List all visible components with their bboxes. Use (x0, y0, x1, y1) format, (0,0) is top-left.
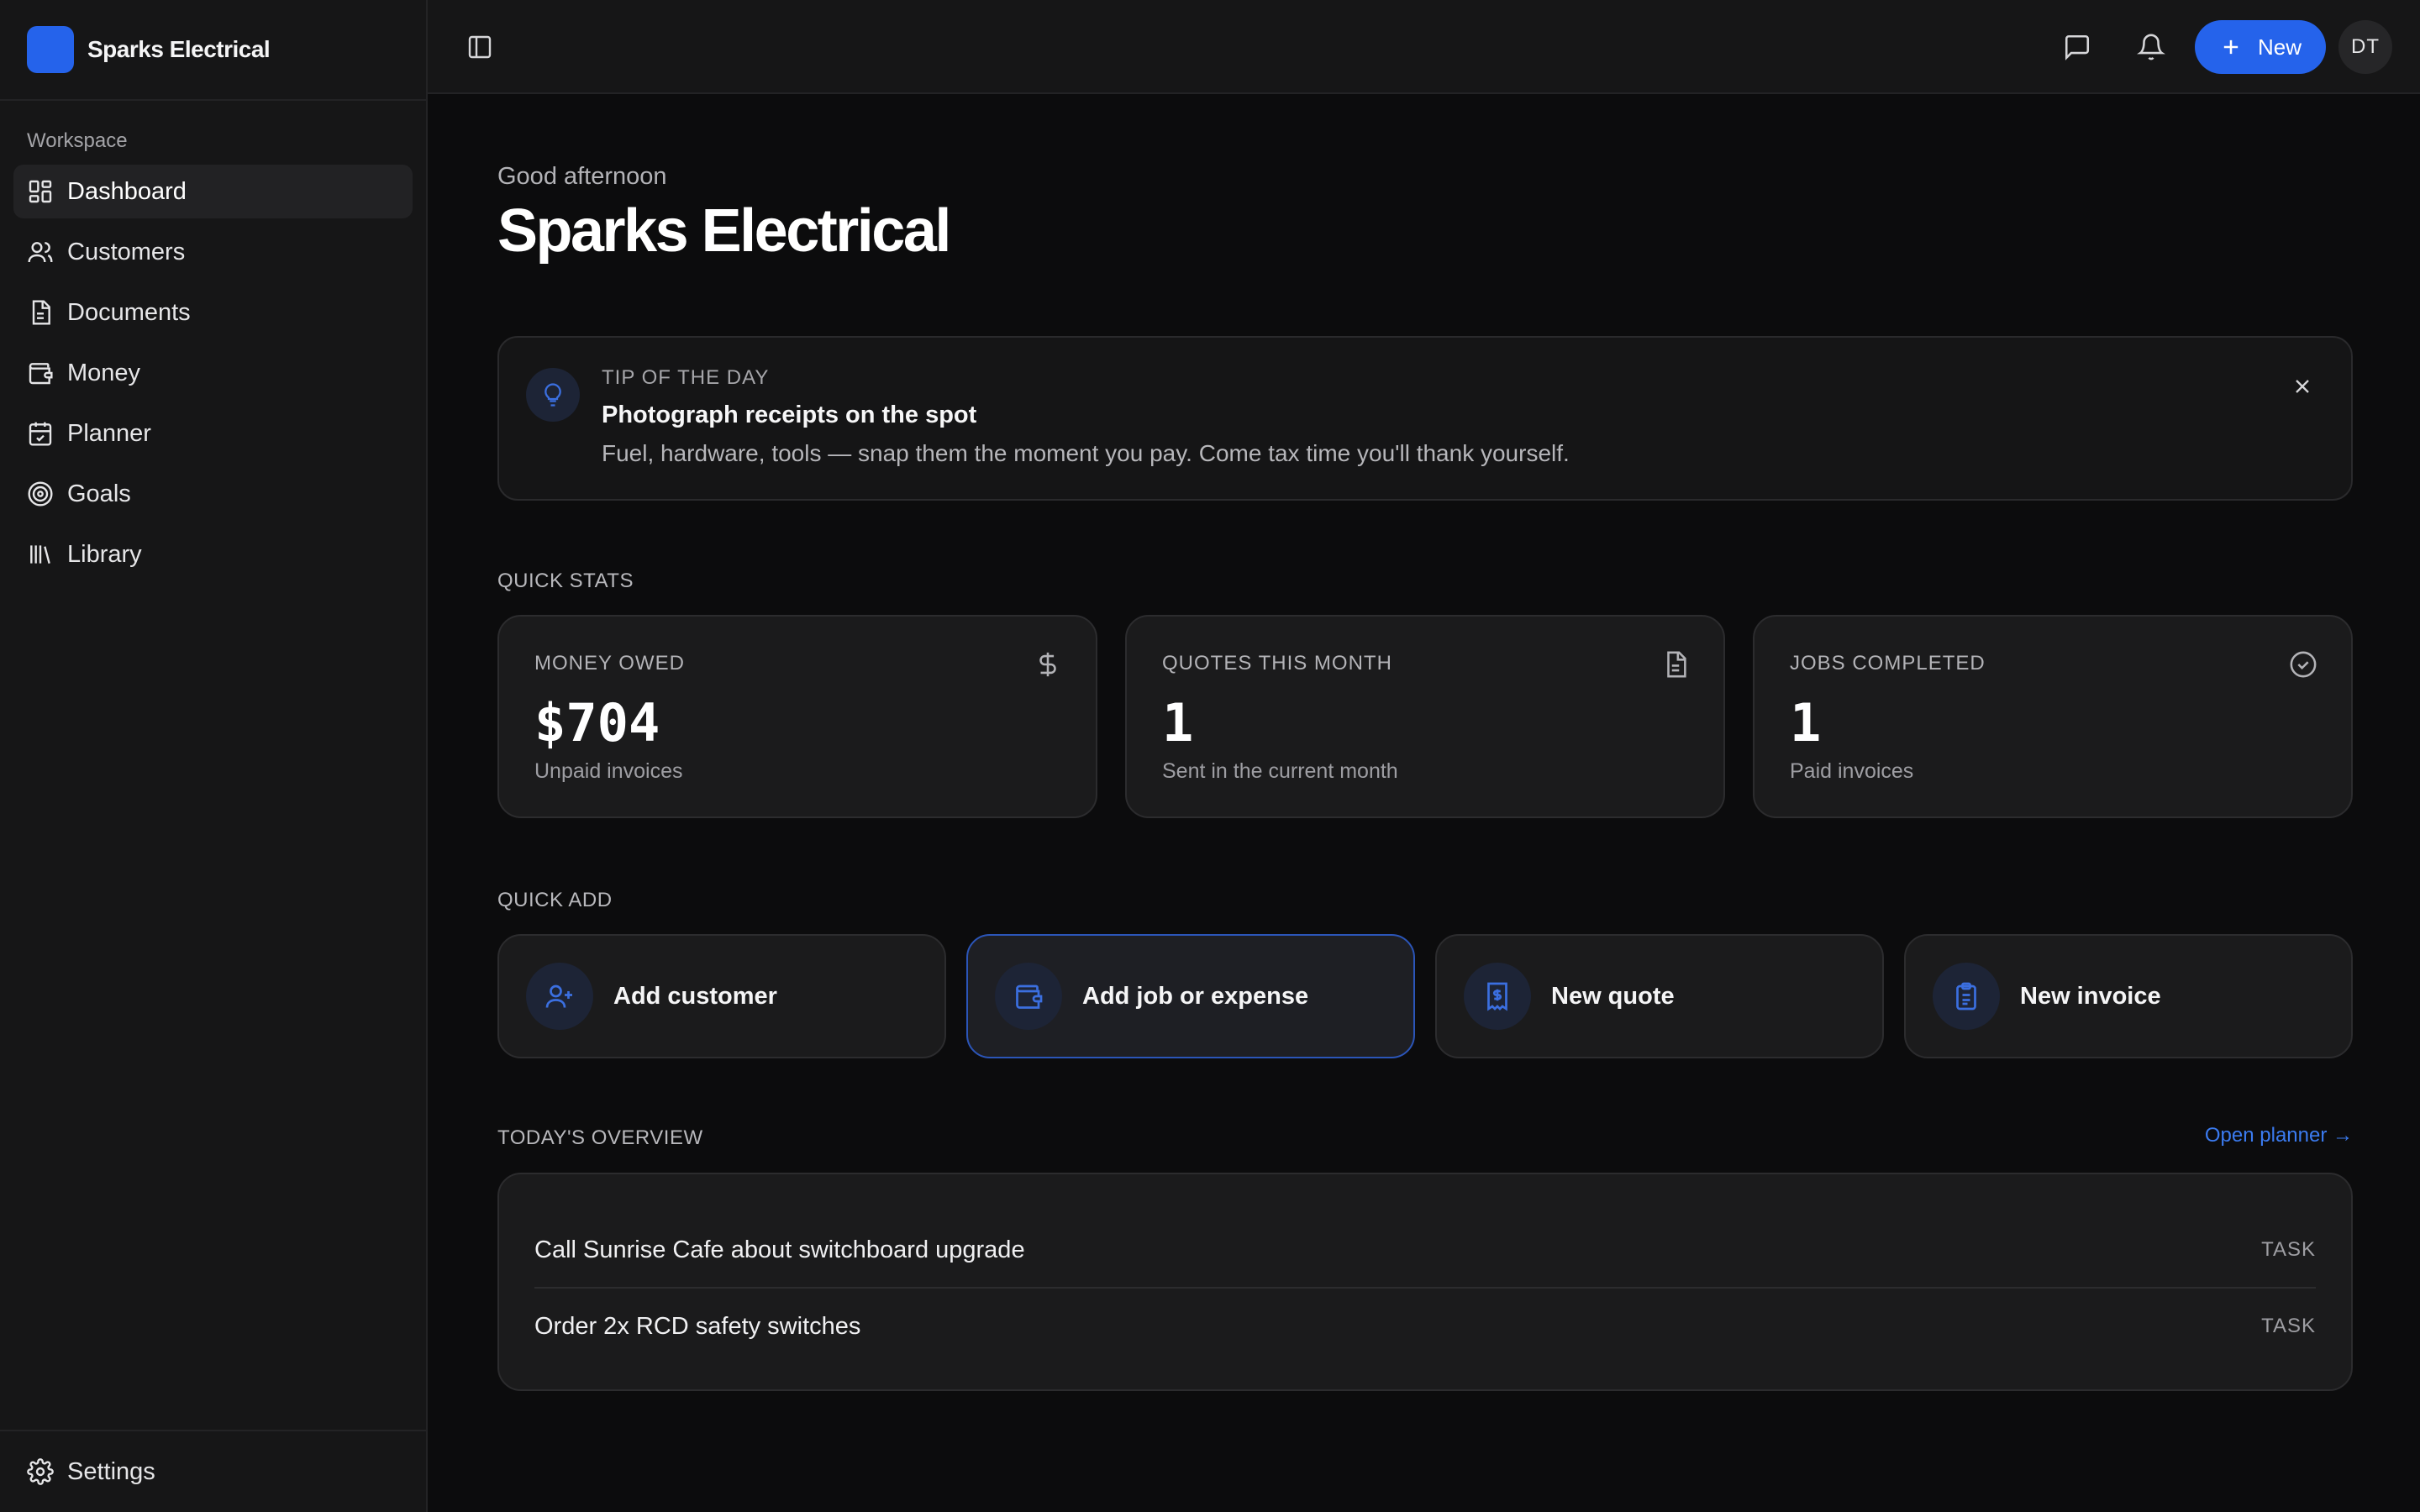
stat-value: 1 (1790, 692, 1822, 753)
stat-label: JOBS COMPLETED (1790, 652, 1986, 675)
overview-label: TODAY'S OVERVIEW (497, 1126, 703, 1149)
quick-stats-label: QUICK STATS (497, 570, 634, 592)
wallet-icon (29, 363, 53, 385)
plus-icon (2223, 39, 2238, 55)
panel-left-icon (468, 35, 492, 59)
quick-add-label-text: Add job or expense (1082, 982, 1309, 1010)
stat-sub: Paid invoices (1790, 759, 1914, 783)
messages-button[interactable] (2059, 29, 2096, 66)
brand-logo (27, 26, 74, 73)
sidebar-item-label: Planner (67, 419, 151, 447)
tip-title: Photograph receipts on the spot (602, 402, 977, 428)
receipt-icon (1464, 963, 1531, 1030)
new-button-label: New (2257, 34, 2302, 60)
users-icon (28, 242, 53, 263)
sidebar-item-money[interactable]: Money (13, 346, 413, 400)
tip-close-button[interactable] (2287, 371, 2317, 402)
list-item[interactable]: Order 2x RCD safety switches TASK (534, 1289, 2316, 1364)
sidebar-item-dashboard[interactable]: Dashboard (13, 165, 413, 218)
settings-label: Settings (67, 1457, 155, 1485)
overview-card: Call Sunrise Cafe about switchboard upgr… (497, 1173, 2353, 1391)
tip-kicker: TIP OF THE DAY (602, 366, 770, 389)
sidebar-item-goals[interactable]: Goals (13, 467, 413, 521)
page-title: Sparks Electrical (497, 197, 951, 265)
open-planner-link[interactable]: Open planner → (2205, 1124, 2353, 1147)
target-icon (28, 481, 53, 507)
tip-text: Fuel, hardware, tools — snap them the mo… (602, 440, 1570, 466)
notifications-button[interactable] (2133, 29, 2170, 66)
message-square-icon (2065, 34, 2090, 60)
sidebar-item-label: Goals (67, 480, 131, 507)
library-icon (30, 545, 50, 564)
dollar-icon (1039, 652, 1056, 677)
stat-label: QUOTES THIS MONTH (1162, 652, 1392, 675)
brand[interactable]: Sparks Electrical (0, 0, 426, 101)
new-quote-button[interactable]: New quote (1435, 934, 1884, 1058)
sidebar-toggle-button[interactable] (463, 30, 497, 64)
lightbulb-icon (526, 368, 580, 422)
sidebar-item-label: Dashboard (67, 177, 187, 205)
avatar[interactable]: DT (2338, 20, 2392, 74)
task-text: Call Sunrise Cafe about switchboard upgr… (534, 1236, 1025, 1263)
topbar: New DT (428, 0, 2420, 94)
sidebar-nav: Dashboard Customers Documents Money Plan… (0, 165, 426, 581)
sidebar: Sparks Electrical Workspace Dashboard Cu… (0, 0, 428, 1512)
quick-add-label-text: Add customer (613, 982, 777, 1010)
stat-value: 1 (1162, 692, 1194, 753)
gear-icon (27, 1458, 54, 1485)
sidebar-item-label: Documents (67, 298, 191, 326)
close-icon (2296, 380, 2309, 393)
new-invoice-button[interactable]: New invoice (1904, 934, 2353, 1058)
brand-name: Sparks Electrical (87, 36, 271, 62)
dashboard-icon (29, 180, 52, 203)
tip-card: TIP OF THE DAY Photograph receipts on th… (497, 336, 2353, 501)
wallet-icon (995, 963, 1062, 1030)
sidebar-item-documents[interactable]: Documents (13, 286, 413, 339)
stat-card-money-owed[interactable]: MONEY OWED $704 Unpaid invoices (497, 615, 1097, 818)
clipboard-icon (1933, 963, 2000, 1030)
sidebar-item-label: Library (67, 540, 142, 568)
calendar-check-icon (29, 422, 52, 446)
sidebar-item-label: Customers (67, 238, 186, 265)
check-circle-icon (2290, 651, 2317, 678)
quick-add-label-text: New invoice (2020, 982, 2161, 1010)
document-icon (32, 300, 50, 325)
nav-section-label: Workspace (27, 129, 128, 152)
new-button[interactable]: New (2195, 20, 2326, 74)
sidebar-item-label: Money (67, 359, 141, 386)
stat-card-jobs[interactable]: JOBS COMPLETED 1 Paid invoices (1753, 615, 2353, 818)
quick-add-label: QUICK ADD (497, 889, 613, 911)
sidebar-item-settings[interactable]: Settings (0, 1430, 426, 1512)
app: Sparks Electrical Workspace Dashboard Cu… (0, 0, 2420, 1512)
add-job-or-expense-button[interactable]: Add job or expense (966, 934, 1415, 1058)
add-customer-button[interactable]: Add customer (497, 934, 946, 1058)
sidebar-item-library[interactable]: Library (13, 528, 413, 581)
stat-value: $704 (534, 692, 660, 753)
task-tag: TASK (2261, 1315, 2316, 1337)
greeting: Good afternoon (497, 163, 667, 190)
sidebar-item-customers[interactable]: Customers (13, 225, 413, 279)
bell-icon (2137, 34, 2165, 60)
user-plus-icon (526, 963, 593, 1030)
stat-card-quotes[interactable]: QUOTES THIS MONTH 1 Sent in the current … (1125, 615, 1725, 818)
task-tag: TASK (2261, 1238, 2316, 1261)
list-item[interactable]: Call Sunrise Cafe about switchboard upgr… (534, 1213, 2316, 1289)
stat-sub: Unpaid invoices (534, 759, 683, 783)
stat-sub: Sent in the current month (1162, 759, 1398, 783)
sidebar-item-planner[interactable]: Planner (13, 407, 413, 460)
task-text: Order 2x RCD safety switches (534, 1312, 861, 1340)
stat-label: MONEY OWED (534, 652, 685, 675)
file-text-icon (1667, 651, 1686, 678)
quick-add-label-text: New quote (1551, 982, 1675, 1010)
